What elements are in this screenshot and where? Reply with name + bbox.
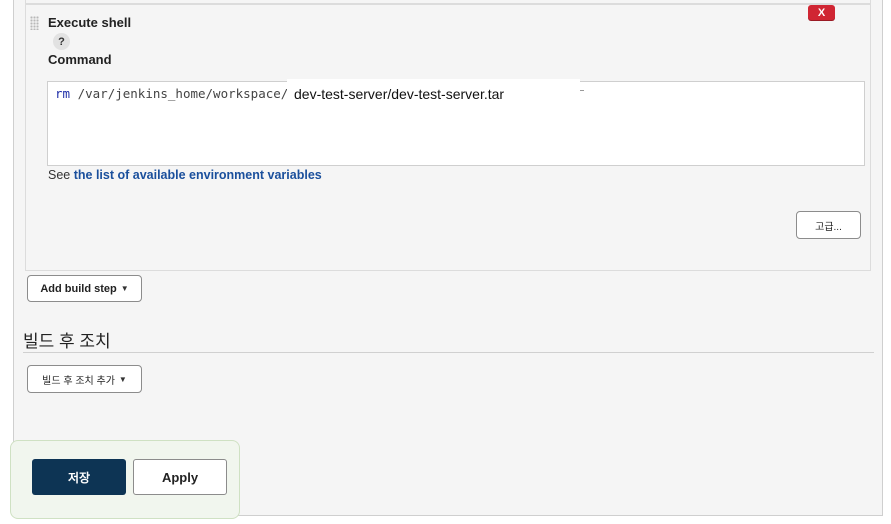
drag-handle-icon[interactable] bbox=[30, 16, 39, 30]
caret-down-icon: ▼ bbox=[118, 374, 127, 384]
caret-down-icon: ▼ bbox=[120, 284, 129, 293]
delete-step-button[interactable]: X bbox=[808, 5, 835, 20]
add-post-build-action-button[interactable]: 빌드 후 조치 추가 ▼ bbox=[27, 365, 142, 393]
command-label: Command bbox=[48, 52, 112, 67]
command-keyword: rm bbox=[55, 86, 71, 101]
overlay-edge bbox=[580, 90, 584, 91]
save-button[interactable]: 저장 bbox=[32, 459, 126, 495]
see-prefix: See bbox=[48, 168, 74, 182]
advanced-label: 고급... bbox=[815, 221, 842, 233]
command-path: /var/jenkins_home/workspace/ bbox=[70, 86, 289, 101]
post-build-title: 빌드 후 조치 bbox=[23, 332, 111, 351]
command-text: rm /var/jenkins_home/workspace/ bbox=[55, 86, 288, 101]
step-title: Execute shell bbox=[48, 15, 132, 30]
env-vars-help: See the list of available environment va… bbox=[48, 168, 322, 182]
advanced-button[interactable]: 고급... bbox=[796, 211, 861, 239]
section-divider bbox=[23, 352, 874, 353]
apply-button[interactable]: Apply bbox=[133, 459, 227, 495]
add-build-step-button[interactable]: Add build step ▼ bbox=[27, 275, 142, 302]
command-overlay-text: dev-test-server/dev-test-server.tar bbox=[294, 86, 505, 102]
add-post-build-label: 빌드 후 조치 추가 bbox=[42, 375, 115, 387]
help-icon[interactable]: ? bbox=[53, 33, 70, 50]
env-vars-link[interactable]: the list of available environment variab… bbox=[74, 168, 322, 182]
add-build-step-label: Add build step bbox=[40, 282, 117, 295]
